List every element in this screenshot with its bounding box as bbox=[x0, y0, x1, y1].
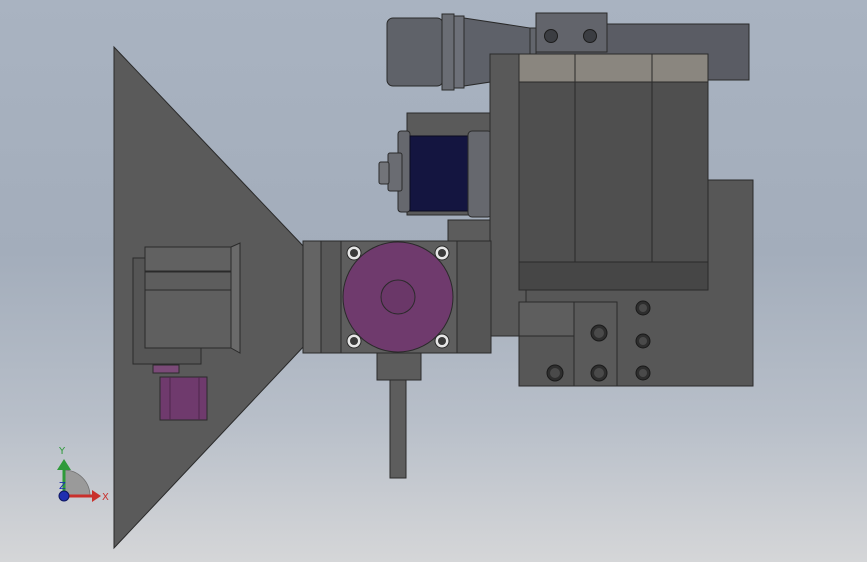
cad-graphics-viewport[interactable]: Y X Z bbox=[0, 0, 867, 562]
y-axis-label: Y bbox=[58, 446, 66, 457]
solenoid-coil[interactable] bbox=[378, 112, 494, 218]
z-axis-label: Z bbox=[59, 481, 66, 492]
x-axis-arrowhead bbox=[92, 490, 101, 502]
output-shaft[interactable] bbox=[376, 352, 422, 479]
assembly-model-view[interactable]: Y X Z bbox=[0, 0, 867, 562]
z-axis-point bbox=[58, 490, 70, 502]
x-axis-label: X bbox=[102, 492, 109, 503]
coordinate-triad: Y X Z bbox=[57, 446, 109, 503]
servo-motor[interactable] bbox=[342, 241, 454, 353]
sensor-bracket[interactable] bbox=[132, 242, 241, 365]
y-axis-arrowhead bbox=[57, 459, 71, 470]
triad-arc bbox=[63, 469, 91, 497]
